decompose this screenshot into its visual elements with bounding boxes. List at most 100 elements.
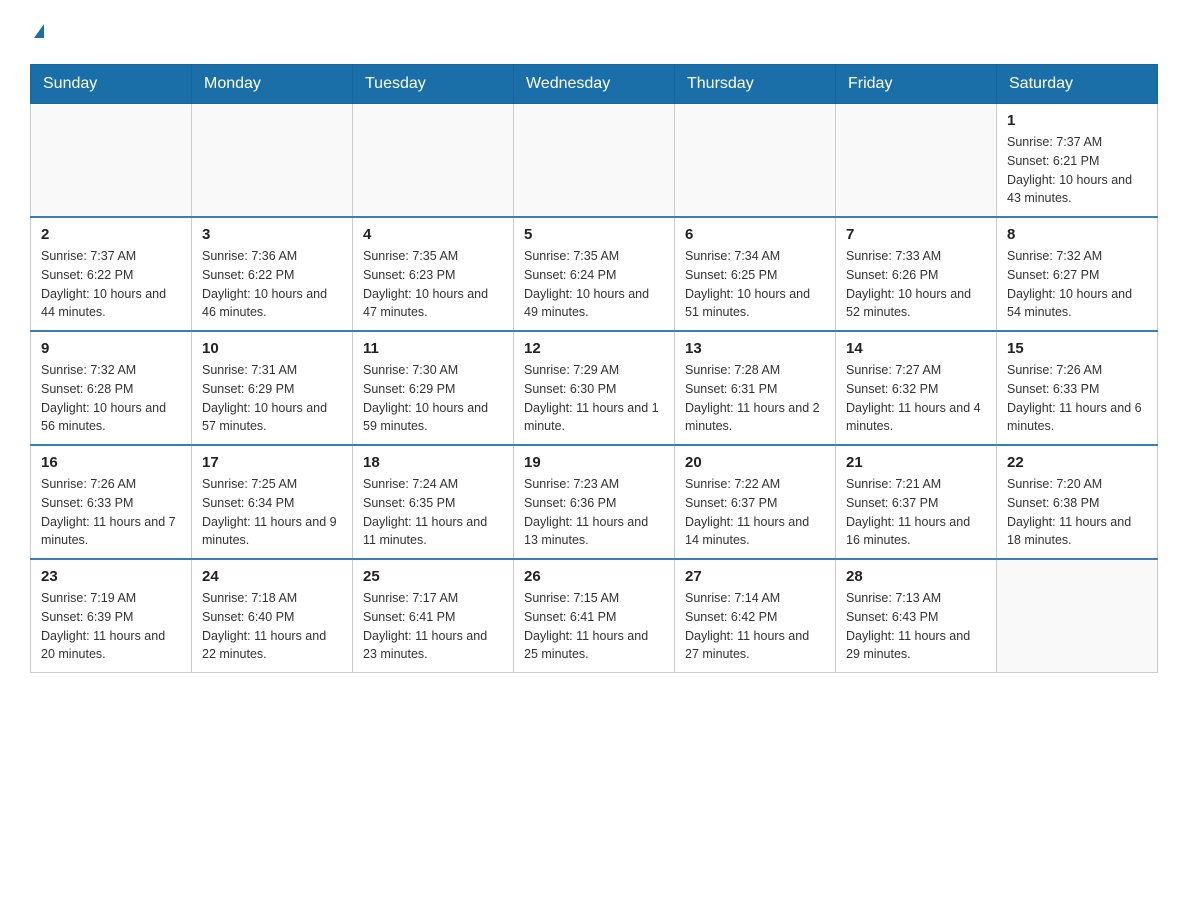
calendar-day-cell: 23 Sunrise: 7:19 AMSunset: 6:39 PMDayligh… xyxy=(31,559,192,673)
calendar-day-cell: 17Sunrise: 7:25 AMSunset: 6:34 PMDayligh… xyxy=(192,445,353,559)
calendar-day-cell: 13Sunrise: 7:28 AMSunset: 6:31 PMDayligh… xyxy=(675,331,836,445)
day-info: Sunrise: 7:24 AMSunset: 6:35 PMDaylight:… xyxy=(363,475,503,550)
day-info: Sunrise: 7:22 AMSunset: 6:37 PMDaylight:… xyxy=(685,475,825,550)
day-number: 5 xyxy=(524,226,664,243)
day-number: 23 xyxy=(41,568,181,585)
day-number: 11 xyxy=(363,340,503,357)
day-info: Sunrise: 7:26 AMSunset: 6:33 PMDaylight:… xyxy=(41,475,181,550)
day-number: 28 xyxy=(846,568,986,585)
day-number: 16 xyxy=(41,454,181,471)
day-info: Sunrise: 7:15 AMSunset: 6:41 PMDaylight:… xyxy=(524,589,664,664)
day-info: Sunrise: 7:28 AMSunset: 6:31 PMDaylight:… xyxy=(685,361,825,436)
calendar-day-cell: 7 Sunrise: 7:33 AMSunset: 6:26 PMDaylight… xyxy=(836,217,997,331)
header-thursday: Thursday xyxy=(675,65,836,104)
calendar-day-cell xyxy=(31,104,192,218)
day-number: 25 xyxy=(363,568,503,585)
calendar-day-cell: 12 Sunrise: 7:29 AMSunset: 6:30 PMDayligh… xyxy=(514,331,675,445)
calendar-day-cell: 10 Sunrise: 7:31 AMSunset: 6:29 PMDayligh… xyxy=(192,331,353,445)
day-number: 15 xyxy=(1007,340,1147,357)
header-monday: Monday xyxy=(192,65,353,104)
logo-triangle-icon xyxy=(34,24,44,38)
calendar-day-cell: 6 Sunrise: 7:34 AMSunset: 6:25 PMDaylight… xyxy=(675,217,836,331)
calendar-table: Sunday Monday Tuesday Wednesday Thursday… xyxy=(30,64,1158,673)
calendar-day-cell xyxy=(836,104,997,218)
header-wednesday: Wednesday xyxy=(514,65,675,104)
day-info: Sunrise: 7:32 AMSunset: 6:27 PMDaylight:… xyxy=(1007,247,1147,322)
page-header xyxy=(30,20,1158,44)
day-number: 17 xyxy=(202,454,342,471)
day-info: Sunrise: 7:14 AMSunset: 6:42 PMDaylight:… xyxy=(685,589,825,664)
day-info: Sunrise: 7:29 AMSunset: 6:30 PMDaylight:… xyxy=(524,361,664,436)
calendar-day-cell: 8Sunrise: 7:32 AMSunset: 6:27 PMDaylight… xyxy=(997,217,1158,331)
day-number: 6 xyxy=(685,226,825,243)
calendar-day-cell xyxy=(997,559,1158,673)
day-number: 20 xyxy=(685,454,825,471)
day-info: Sunrise: 7:37 AMSunset: 6:21 PMDaylight:… xyxy=(1007,133,1147,208)
day-number: 2 xyxy=(41,226,181,243)
calendar-day-cell: 2 Sunrise: 7:37 AMSunset: 6:22 PMDaylight… xyxy=(31,217,192,331)
calendar-day-cell: 25 Sunrise: 7:17 AMSunset: 6:41 PMDayligh… xyxy=(353,559,514,673)
header-friday: Friday xyxy=(836,65,997,104)
calendar-day-cell: 11 Sunrise: 7:30 AMSunset: 6:29 PMDayligh… xyxy=(353,331,514,445)
day-info: Sunrise: 7:26 AMSunset: 6:33 PMDaylight:… xyxy=(1007,361,1147,436)
calendar-day-cell: 24 Sunrise: 7:18 AMSunset: 6:40 PMDayligh… xyxy=(192,559,353,673)
day-info: Sunrise: 7:19 AMSunset: 6:39 PMDaylight:… xyxy=(41,589,181,664)
day-info: Sunrise: 7:32 AMSunset: 6:28 PMDaylight:… xyxy=(41,361,181,436)
calendar-day-cell xyxy=(675,104,836,218)
day-info: Sunrise: 7:37 AMSunset: 6:22 PMDaylight:… xyxy=(41,247,181,322)
day-info: Sunrise: 7:17 AMSunset: 6:41 PMDaylight:… xyxy=(363,589,503,664)
calendar-day-cell: 1Sunrise: 7:37 AMSunset: 6:21 PMDaylight… xyxy=(997,104,1158,218)
day-info: Sunrise: 7:21 AMSunset: 6:37 PMDaylight:… xyxy=(846,475,986,550)
calendar-day-cell: 20 Sunrise: 7:22 AMSunset: 6:37 PMDayligh… xyxy=(675,445,836,559)
day-info: Sunrise: 7:27 AMSunset: 6:32 PMDaylight:… xyxy=(846,361,986,436)
day-number: 3 xyxy=(202,226,342,243)
calendar-week-row: 9 Sunrise: 7:32 AMSunset: 6:28 PMDaylight… xyxy=(31,331,1158,445)
calendar-day-cell: 9 Sunrise: 7:32 AMSunset: 6:28 PMDaylight… xyxy=(31,331,192,445)
calendar-week-row: 23 Sunrise: 7:19 AMSunset: 6:39 PMDayligh… xyxy=(31,559,1158,673)
calendar-day-cell xyxy=(192,104,353,218)
day-number: 14 xyxy=(846,340,986,357)
day-info: Sunrise: 7:34 AMSunset: 6:25 PMDaylight:… xyxy=(685,247,825,322)
calendar-day-cell: 18 Sunrise: 7:24 AMSunset: 6:35 PMDayligh… xyxy=(353,445,514,559)
day-info: Sunrise: 7:36 AMSunset: 6:22 PMDaylight:… xyxy=(202,247,342,322)
day-info: Sunrise: 7:18 AMSunset: 6:40 PMDaylight:… xyxy=(202,589,342,664)
calendar-day-cell: 27 Sunrise: 7:14 AMSunset: 6:42 PMDayligh… xyxy=(675,559,836,673)
calendar-day-cell xyxy=(353,104,514,218)
header-sunday: Sunday xyxy=(31,65,192,104)
calendar-day-cell xyxy=(514,104,675,218)
day-info: Sunrise: 7:35 AMSunset: 6:24 PMDaylight:… xyxy=(524,247,664,322)
day-number: 24 xyxy=(202,568,342,585)
header-saturday: Saturday xyxy=(997,65,1158,104)
calendar-day-cell: 15 Sunrise: 7:26 AMSunset: 6:33 PMDayligh… xyxy=(997,331,1158,445)
day-number: 26 xyxy=(524,568,664,585)
calendar-day-cell: 16 Sunrise: 7:26 AMSunset: 6:33 PMDayligh… xyxy=(31,445,192,559)
day-number: 21 xyxy=(846,454,986,471)
day-number: 27 xyxy=(685,568,825,585)
weekday-header-row: Sunday Monday Tuesday Wednesday Thursday… xyxy=(31,65,1158,104)
calendar-day-cell: 28 Sunrise: 7:13 AMSunset: 6:43 PMDayligh… xyxy=(836,559,997,673)
calendar-day-cell: 3 Sunrise: 7:36 AMSunset: 6:22 PMDaylight… xyxy=(192,217,353,331)
day-info: Sunrise: 7:20 AMSunset: 6:38 PMDaylight:… xyxy=(1007,475,1147,550)
day-info: Sunrise: 7:31 AMSunset: 6:29 PMDaylight:… xyxy=(202,361,342,436)
day-number: 10 xyxy=(202,340,342,357)
calendar-day-cell: 19 Sunrise: 7:23 AMSunset: 6:36 PMDayligh… xyxy=(514,445,675,559)
calendar-day-cell: 4Sunrise: 7:35 AMSunset: 6:23 PMDaylight… xyxy=(353,217,514,331)
day-number: 7 xyxy=(846,226,986,243)
day-info: Sunrise: 7:23 AMSunset: 6:36 PMDaylight:… xyxy=(524,475,664,550)
calendar-day-cell: 14 Sunrise: 7:27 AMSunset: 6:32 PMDayligh… xyxy=(836,331,997,445)
day-number: 12 xyxy=(524,340,664,357)
day-number: 19 xyxy=(524,454,664,471)
calendar-day-cell: 22Sunrise: 7:20 AMSunset: 6:38 PMDayligh… xyxy=(997,445,1158,559)
logo xyxy=(30,20,44,44)
day-number: 9 xyxy=(41,340,181,357)
day-number: 18 xyxy=(363,454,503,471)
calendar-week-row: 16 Sunrise: 7:26 AMSunset: 6:33 PMDayligh… xyxy=(31,445,1158,559)
header-tuesday: Tuesday xyxy=(353,65,514,104)
day-info: Sunrise: 7:33 AMSunset: 6:26 PMDaylight:… xyxy=(846,247,986,322)
day-info: Sunrise: 7:13 AMSunset: 6:43 PMDaylight:… xyxy=(846,589,986,664)
day-info: Sunrise: 7:30 AMSunset: 6:29 PMDaylight:… xyxy=(363,361,503,436)
logo-top-row xyxy=(30,20,44,44)
calendar-day-cell: 21 Sunrise: 7:21 AMSunset: 6:37 PMDayligh… xyxy=(836,445,997,559)
day-info: Sunrise: 7:35 AMSunset: 6:23 PMDaylight:… xyxy=(363,247,503,322)
calendar-day-cell: 26 Sunrise: 7:15 AMSunset: 6:41 PMDayligh… xyxy=(514,559,675,673)
